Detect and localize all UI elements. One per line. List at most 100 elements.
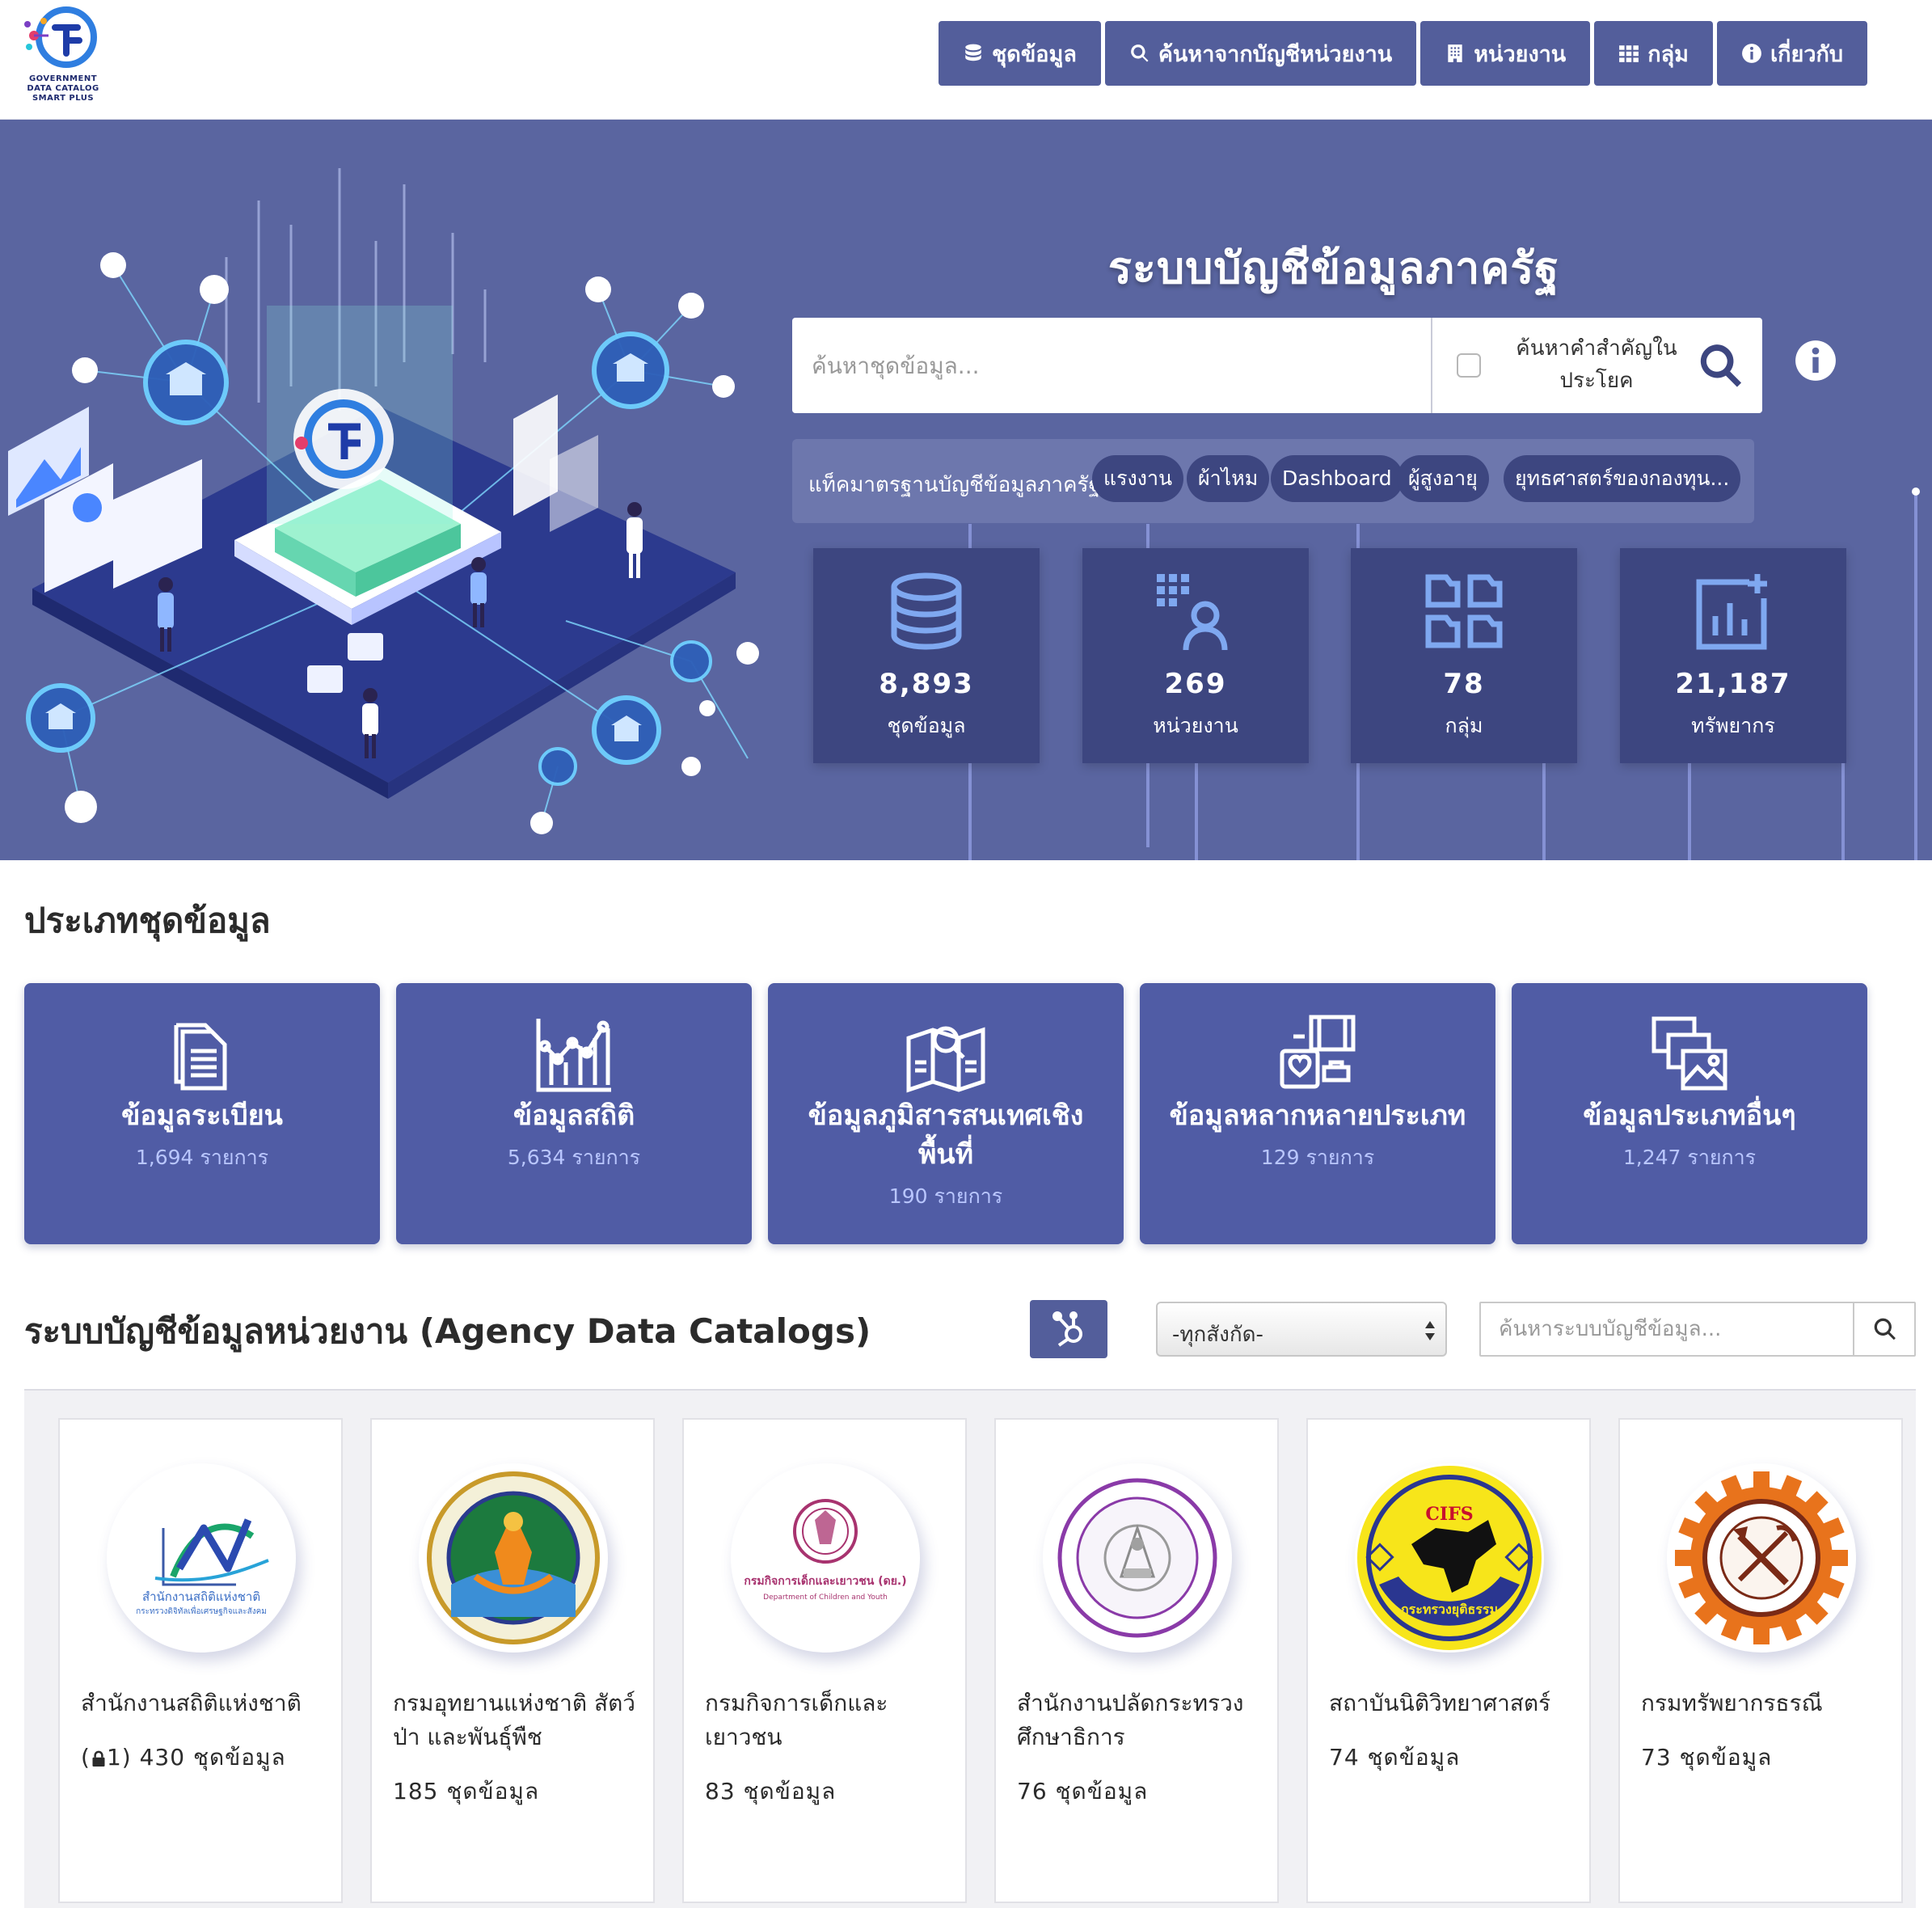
search-divider [1431,318,1432,413]
nso-logo-icon: สำนักงานสถิติแห่งชาติ กระทรวงดิจิทัลเพื่… [136,1518,269,1616]
dataset-types-title: ประเภทชุดข้อมูล [24,901,271,940]
stat-resources[interactable]: 21,187 ทรัพยากร [1620,548,1846,763]
nav-datasets[interactable]: ชุดข้อมูล [938,21,1101,86]
affiliation-filter-value: -ทุกสังกัด- [1172,1323,1263,1347]
multimedia-icon [1280,1015,1356,1089]
dataset-search-input[interactable] [792,318,1431,413]
agency-name: สถาบันนิติวิทยาศาสตร์ [1329,1690,1551,1716]
agency-logo [1043,1463,1232,1653]
type-name: ข้อมูลสถิติ [513,1100,635,1132]
nav-agency-search[interactable]: ค้นหาจากบัญชีหน่วยงาน [1104,21,1417,86]
agency-name: กรมทรัพยากรธรณี [1641,1690,1823,1716]
stat-label: หน่วยงาน [1153,714,1238,737]
agency-card-ops-moe[interactable]: สำนักงานปลัดกระทรวงศึกษาธิการ 76 ชุดข้อม… [994,1418,1279,1903]
nav-agencies[interactable]: หน่วยงาน [1420,21,1591,86]
agency-name: สำนักงานสถิติแห่งชาติ [81,1690,302,1716]
agency-logo: กรมกิจการเด็กและเยาวชน (ดย.) Department … [731,1463,920,1653]
nav-groups[interactable]: กลุ่ม [1594,21,1713,86]
search-icon [1874,1318,1896,1340]
agency-logo: CIFS กระทรวงยุติธรรม [1355,1463,1544,1653]
hero-title: ระบบบัญชีข้อมูลภาครัฐ [1107,243,1560,293]
type-card-other[interactable]: ข้อมูลประเภทอื่นๆ 1,247 รายการ [1512,983,1867,1244]
agency-card-nso[interactable]: สำนักงานสถิติแห่งชาติ กระทรวงดิจิทัลเพื่… [58,1418,343,1903]
chart-plus-icon [1696,574,1767,650]
info-icon [1742,44,1761,63]
agency-dataset-count: 73 ชุดข้อมูล [1641,1744,1773,1771]
agency-name: กรมอุทยานแห่งชาติ สัตว์ป่า และพันธุ์พืช [393,1690,635,1750]
organization-user-icon [1157,574,1228,651]
agency-logo [419,1463,608,1653]
agency-catalogs-title: ระบบบัญชีข้อมูลหน่วยงาน (Agency Data Cat… [24,1311,871,1351]
line-chart-icon [536,1019,611,1092]
agency-name: สำนักงานปลัดกระทรวงศึกษาธิการ [1017,1690,1244,1750]
type-count: 1,694 รายการ [135,1146,269,1169]
tag-chip[interactable]: ยุทธศาสตร์ของกองทุน... [1504,455,1741,502]
tag-chip[interactable]: Dashboard [1271,455,1403,502]
agency-name: กรมกิจการเด็กและเยาวชน [705,1690,888,1750]
type-count: 129 รายการ [1260,1146,1375,1169]
grid-icon [1619,45,1639,62]
keyword-in-sentence-checkbox[interactable] [1457,353,1481,378]
type-card-multitype[interactable]: ข้อมูลหลากหลายประเภท 129 รายการ [1140,983,1495,1244]
agency-logo: สำนักงานสถิติแห่งชาติ กระทรวงดิจิทัลเพื่… [107,1463,296,1653]
svg-text:สำนักงานสถิติแห่งชาติ: สำนักงานสถิติแห่งชาติ [142,1589,260,1604]
standard-tags-bar: แท็คมาตรฐานบัญชีข้อมูลภาครัฐ : แรงงาน ผ้… [792,439,1754,523]
select-updown-icon [1425,1321,1435,1340]
dcy-logo-icon: กรมกิจการเด็กและเยาวชน (ดย.) Department … [744,1499,907,1602]
svg-text:CIFS: CIFS [1425,1504,1473,1525]
svg-text:Department of Children and You: Department of Children and Youth [763,1594,888,1602]
svg-text:กรมกิจการเด็กและเยาวชน (ดย.): กรมกิจการเด็กและเยาวชน (ดย.) [744,1573,906,1588]
stat-agencies[interactable]: 269 หน่วยงาน [1082,548,1309,763]
type-name: ข้อมูลหลากหลายประเภท [1169,1100,1466,1132]
type-count: 190 รายการ [888,1184,1003,1208]
dmr-gear-seal-icon [1675,1471,1848,1644]
type-card-geospatial[interactable]: ข้อมูลภูมิสารสนเทศเชิงพื้นที่ 190 รายการ [768,983,1124,1244]
agency-card-dcy[interactable]: กรมกิจการเด็กและเยาวชน (ดย.) Department … [682,1418,967,1903]
search-help-info-icon[interactable] [1795,340,1837,382]
tag-chip[interactable]: แรงงาน [1092,455,1184,502]
gdc-logo-icon [24,6,97,68]
agency-card-cifs[interactable]: CIFS กระทรวงยุติธรรม สถาบันนิติวิทยาศาสต… [1306,1418,1591,1903]
database-icon [965,44,981,61]
type-card-statistics[interactable]: ข้อมูลสถิติ 5,634 รายการ [396,983,752,1244]
gdc-logo[interactable]: GOVERNMENT DATA CATALOG SMART PLUS [21,3,105,103]
nav-about[interactable]: เกี่ยวกับ [1716,21,1867,86]
stat-value: 78 [1443,668,1485,700]
agency-card-dnp[interactable]: กรมอุทยานแห่งชาติ สัตว์ป่า และพันธุ์พืช … [370,1418,655,1903]
tag-chip[interactable]: ผ้าไหม [1187,455,1270,502]
group-grid-icon [1425,574,1503,648]
agency-dataset-count: 185 ชุดข้อมูล [393,1778,540,1805]
stat-datasets[interactable]: 8,893 ชุดข้อมูล [813,548,1040,763]
site-header: GOVERNMENT DATA CATALOG SMART PLUS ชุดข้… [0,0,1932,120]
svg-text:กระทรวงดิจิทัลเพื่อเศรษฐกิจและ: กระทรวงดิจิทัลเพื่อเศรษฐกิจและสังคม [136,1605,267,1616]
agency-card-dmr[interactable]: กรมทรัพยากรธรณี 73 ชุดข้อมูล [1618,1418,1903,1903]
agency-dataset-count: 76 ชุดข้อมูล [1017,1778,1149,1805]
search-icon [1131,44,1149,62]
isometric-data-illustration [8,168,759,834]
database-icon [891,572,962,650]
lock-icon [92,1750,105,1767]
cifs-seal-icon: CIFS กระทรวงยุติธรรม [1357,1466,1542,1650]
type-count: 1,247 รายการ [1622,1146,1757,1169]
stat-label: กลุ่ม [1445,714,1483,737]
stat-value: 21,187 [1675,668,1791,700]
agency-search-button[interactable] [1853,1303,1916,1355]
agency-dataset-count: (1) 430 ชุดข้อมูล [81,1744,286,1771]
logo-caption: GOVERNMENT DATA CATALOG SMART PLUS [27,74,99,103]
ops-moe-seal-icon [1057,1478,1217,1638]
search-icon[interactable] [1696,340,1746,390]
type-name: ข้อมูลระเบียน [121,1100,283,1132]
stat-value: 8,893 [879,668,974,700]
stat-groups[interactable]: 78 กลุ่ม [1351,548,1577,763]
standard-tags-label: แท็คมาตรฐานบัญชีข้อมูลภาครัฐ : [808,473,1114,497]
type-card-record[interactable]: ข้อมูลระเบียน 1,694 รายการ [24,983,380,1244]
agency-search-box [1479,1302,1916,1357]
agency-search-input[interactable] [1481,1303,1853,1355]
agency-card-grid: สำนักงานสถิติแห่งชาติ กระทรวงดิจิทัลเพื่… [24,1389,1916,1908]
affiliation-filter-select[interactable]: -ทุกสังกัด- [1156,1302,1447,1357]
hub-network-button[interactable] [1030,1300,1107,1358]
dataset-search-box: ค้นหาคำสำคัญในประโยค [792,318,1762,413]
stat-label: ชุดข้อมูล [887,714,966,737]
type-count: 5,634 รายการ [507,1146,641,1169]
tag-chip[interactable]: ผู้สูงอายุ [1397,455,1489,502]
